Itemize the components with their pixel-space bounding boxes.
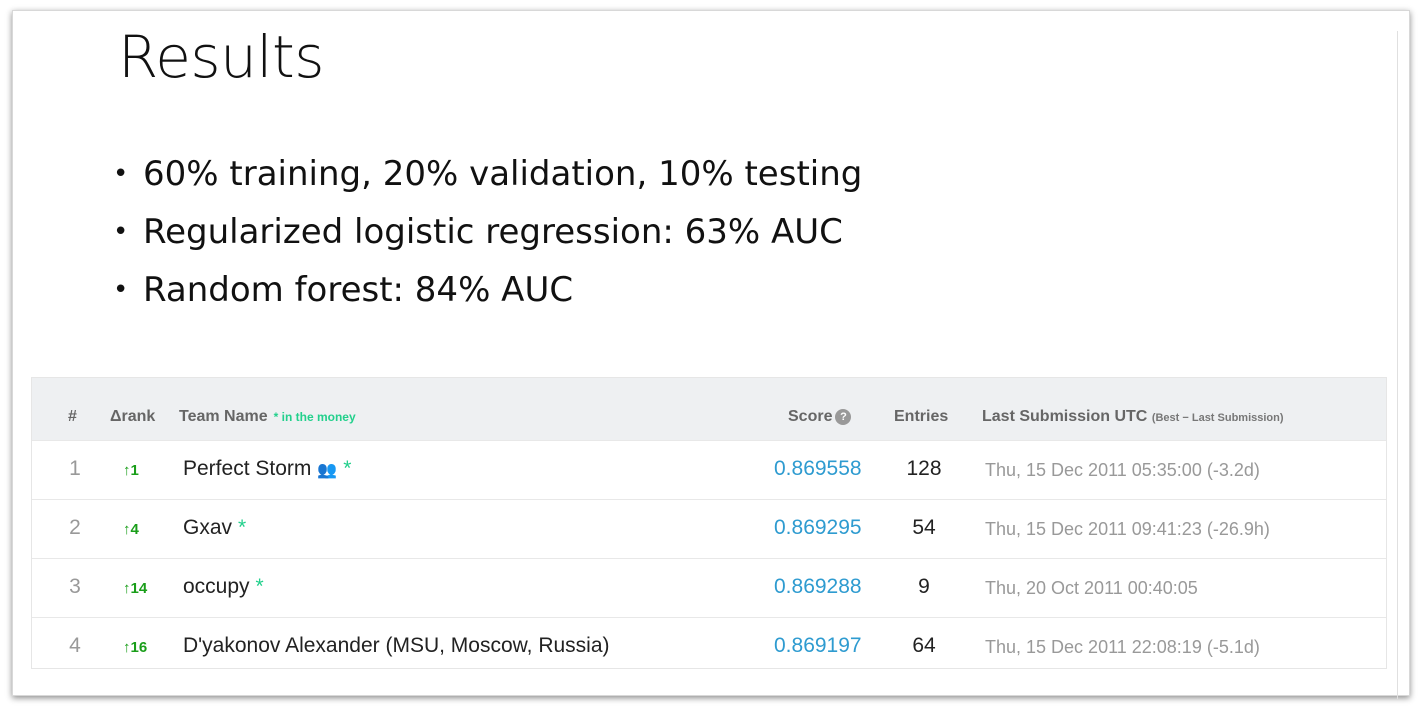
delta-rank-cell: ↑16: [123, 639, 148, 656]
header-delta-rank[interactable]: Δrank: [110, 408, 155, 426]
team-link[interactable]: Perfect Storm: [183, 457, 311, 480]
bullet-item: • 60% training, 20% validation, 10% testi…: [113, 151, 862, 209]
in-the-money-note: * in the money: [273, 410, 356, 424]
table-row: 4 ↑16 D'yakonov Alexander (MSU, Moscow, …: [32, 617, 1386, 676]
header-last-submission[interactable]: Last Submission UTC (Best − Last Submiss…: [982, 408, 1284, 426]
bullet-item: • Regularized logistic regression: 63% AU…: [113, 209, 862, 267]
slide-divider: [1397, 31, 1398, 699]
rank-cell: 2: [69, 516, 81, 539]
last-submission-cell: Thu, 15 Dec 2011 22:08:19 (-5.1d): [985, 637, 1260, 657]
table-row: 3 ↑14 occupy * 0.869288 9 Thu, 20 Oct 201…: [32, 558, 1386, 617]
team-name-cell: Gxav *: [183, 516, 246, 540]
in-the-money-star-icon: *: [343, 457, 352, 480]
in-the-money-star-icon: *: [255, 575, 264, 598]
header-entries[interactable]: Entries: [894, 408, 948, 426]
rank-cell: 3: [69, 575, 81, 598]
delta-rank-cell: ↑1: [123, 462, 139, 479]
team-link[interactable]: D'yakonov Alexander (MSU, Moscow, Russia…: [183, 634, 610, 657]
header-team-name[interactable]: Team Name * in the money: [179, 408, 356, 426]
table-row: 1 ↑1 Perfect Storm 👥 * 0.869558 128 Thu, 1…: [32, 440, 1386, 499]
delta-rank-cell: ↑4: [123, 521, 139, 538]
bullet-dot: •: [113, 275, 129, 305]
slide: Results • 60% training, 20% validation, 1…: [12, 10, 1410, 699]
team-name-cell: Perfect Storm 👥 *: [183, 457, 351, 481]
delta-rank-cell: ↑14: [123, 580, 148, 597]
rank-cell: 1: [69, 457, 81, 480]
slide-title: Results: [118, 23, 324, 91]
in-the-money-star-icon: *: [238, 516, 247, 539]
header-rank: #: [68, 408, 77, 425]
entries-cell: 9: [918, 575, 930, 598]
bullet-list: • 60% training, 20% validation, 10% testi…: [113, 151, 862, 325]
last-submission-cell: Thu, 15 Dec 2011 09:41:23 (-26.9h): [985, 519, 1270, 539]
team-name-cell: D'yakonov Alexander (MSU, Moscow, Russia…: [183, 634, 610, 658]
team-link[interactable]: occupy: [183, 575, 250, 598]
last-submission-cell: Thu, 15 Dec 2011 05:35:00 (-3.2d): [985, 460, 1260, 480]
table-row: 2 ↑4 Gxav * 0.869295 54 Thu, 15 Dec 2011 …: [32, 499, 1386, 558]
help-icon[interactable]: ?: [835, 409, 852, 425]
entries-cell: 128: [906, 457, 942, 480]
bullet-dot: •: [113, 159, 129, 189]
score-link[interactable]: 0.869558: [774, 457, 862, 481]
rank-cell: 4: [69, 634, 81, 657]
score-link[interactable]: 0.869295: [774, 516, 862, 540]
team-members-icon: 👥: [317, 462, 338, 479]
entries-cell: 54: [912, 516, 936, 539]
header-score[interactable]: Score?: [788, 408, 852, 426]
last-submission-cell: Thu, 20 Oct 2011 00:40:05: [985, 578, 1198, 598]
team-link[interactable]: Gxav: [183, 516, 232, 539]
score-link[interactable]: 0.869288: [774, 575, 862, 599]
bullet-item: • Random forest: 84% AUC: [113, 267, 862, 325]
team-name-cell: occupy *: [183, 575, 264, 599]
score-link[interactable]: 0.869197: [774, 634, 862, 658]
table-header: # Δrank Team Name * in the money Score? E…: [32, 378, 1386, 440]
leaderboard-table: # Δrank Team Name * in the money Score? E…: [31, 377, 1387, 669]
bullet-dot: •: [113, 217, 129, 247]
entries-cell: 64: [912, 634, 936, 657]
